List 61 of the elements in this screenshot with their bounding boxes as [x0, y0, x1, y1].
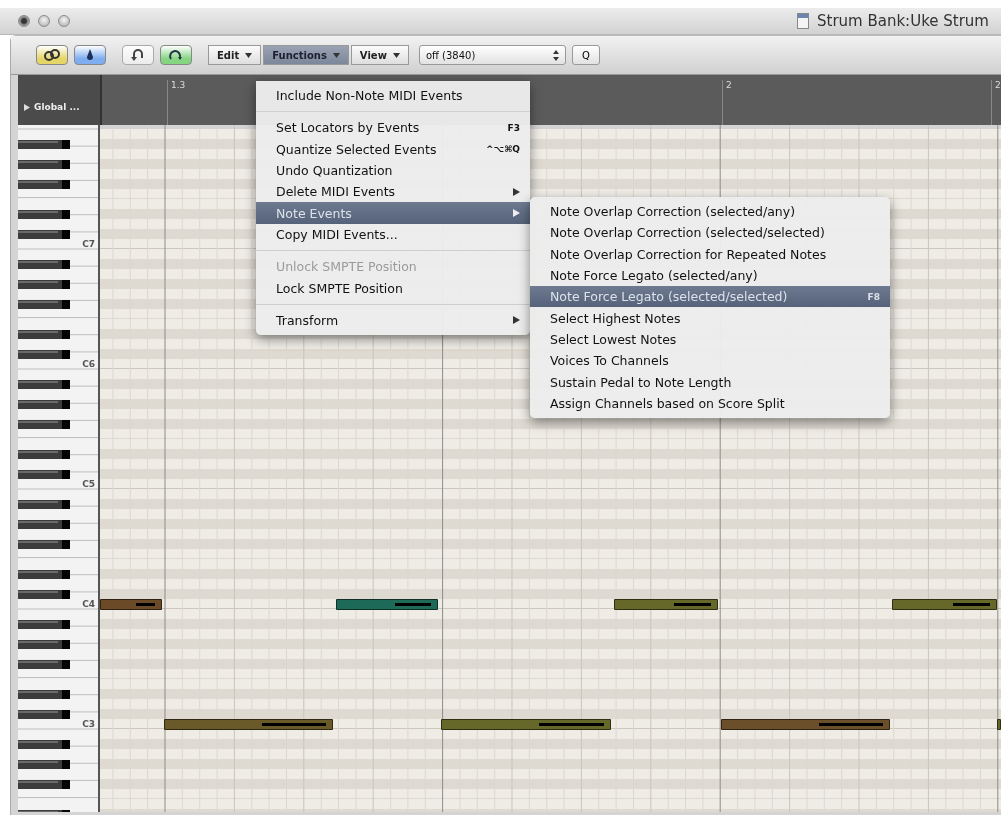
octave-label: C6 [82, 359, 95, 369]
submenu-arrow-icon [513, 209, 520, 218]
menu-item[interactable]: Select Lowest Notes [530, 328, 890, 351]
midi-note[interactable] [997, 719, 1001, 730]
menu-item[interactable]: Delete MIDI Events [256, 181, 530, 203]
loop-button[interactable] [160, 45, 192, 65]
global-tracks-header[interactable]: Global ... [18, 75, 100, 125]
close-button[interactable] [18, 15, 30, 27]
quantize-popup[interactable]: off (3840) [418, 45, 566, 65]
menu-item[interactable]: Note Overlap Correction (selected/any) [530, 201, 890, 223]
ruler-label: 2 [722, 80, 732, 125]
menu-item[interactable]: Note Overlap Correction for Repeated Notes [530, 243, 890, 265]
link-icon [43, 48, 61, 62]
menu-item[interactable]: Transform [256, 309, 530, 331]
octave-label: C4 [82, 599, 95, 609]
menu-dropdown[interactable]: Edit [208, 45, 262, 65]
menu-item[interactable]: Sustain Pedal to Note Length [530, 371, 890, 393]
quantize-button[interactable]: Q [571, 45, 600, 65]
octave-label: C5 [82, 479, 95, 489]
ruler-label: 2 [991, 80, 1001, 125]
midi-note[interactable] [100, 599, 162, 610]
piano-keyboard-drawing[interactable] [18, 125, 98, 812]
loop-arrow-icon [167, 48, 185, 62]
menu-item[interactable]: Select Highest Notes [530, 307, 890, 329]
midi-note[interactable] [336, 599, 438, 610]
menu-item[interactable]: Note Overlap Correction (selected/selected) [530, 222, 890, 244]
menu-item: Unlock SMPTE Position [275, 258, 418, 277]
caret-icon [245, 52, 253, 58]
midi-button[interactable] [74, 45, 106, 65]
undo-button[interactable] [122, 45, 154, 65]
midi-note[interactable] [892, 599, 997, 610]
menu-item[interactable]: Voices To Channels [530, 350, 890, 372]
minimize-button[interactable] [38, 15, 50, 27]
menu-item[interactable]: Note Force Legato (selected/selected) F8 [530, 286, 890, 308]
midi-note[interactable] [164, 719, 333, 730]
menu-item[interactable]: Undo Quantization [256, 159, 530, 182]
menu-item[interactable]: Note Force Legato (selected/any) [530, 264, 890, 287]
menu-item[interactable]: Note Events [256, 202, 530, 224]
zoom-button[interactable] [58, 15, 70, 27]
window-title: Strum Bank:Uke Strum [817, 12, 989, 30]
menu-dropdown[interactable]: View [350, 45, 409, 65]
ruler-label: 1.3 [167, 80, 186, 125]
menu-item[interactable]: Quantize Selected Events ^⌥⌘Q [256, 138, 530, 160]
midi-note[interactable] [441, 719, 611, 730]
octave-label: C3 [82, 719, 95, 729]
document-icon [797, 13, 809, 29]
caret-icon [392, 52, 400, 58]
submenu-arrow-icon [513, 187, 520, 196]
link-button[interactable] [36, 45, 68, 65]
midi-note[interactable] [721, 719, 890, 730]
octave-label: C7 [82, 239, 95, 249]
menu-item[interactable]: Include Non-Note MIDI Events [256, 85, 530, 107]
submenu-arrow-icon [513, 316, 520, 325]
menu-item[interactable]: Copy MIDI Events... [256, 223, 530, 246]
midi-note[interactable] [614, 599, 718, 610]
menu-item[interactable]: Assign Channels based on Score Split [530, 392, 890, 414]
menu-item[interactable]: Lock SMPTE Position [256, 277, 530, 299]
menu-dropdown[interactable]: Functions [263, 45, 349, 65]
caret-icon [332, 52, 340, 58]
global-tracks-label: Global ... [34, 102, 80, 112]
stepper-icon [552, 49, 559, 61]
